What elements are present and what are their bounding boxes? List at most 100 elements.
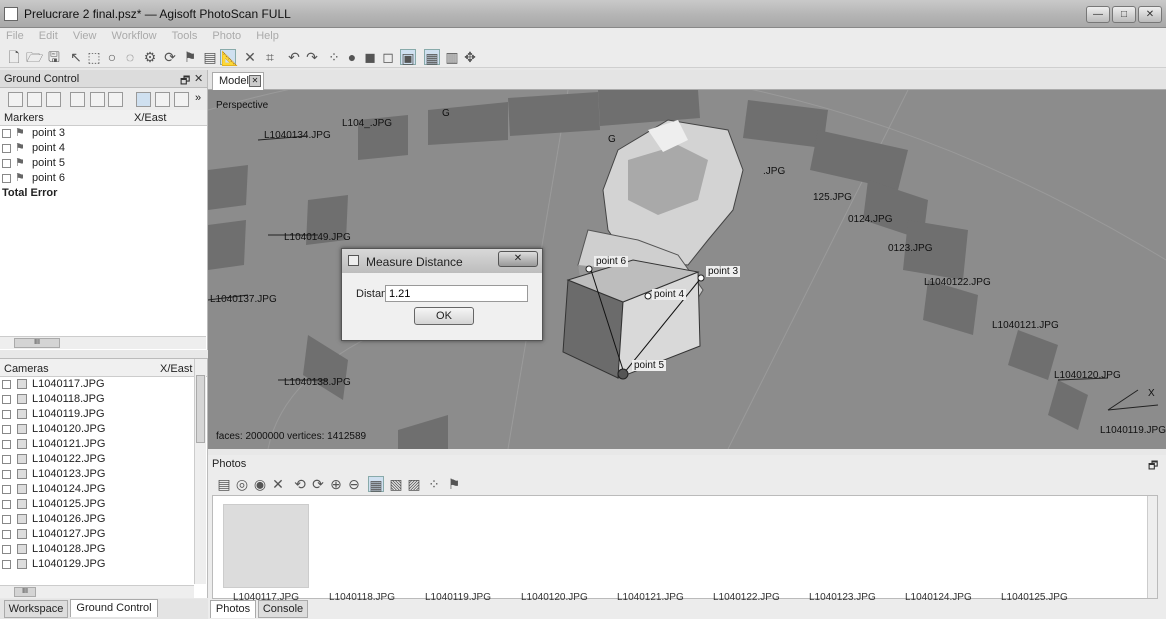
checkbox[interactable] xyxy=(2,129,11,138)
rectangle-select-icon[interactable]: ⬚ xyxy=(86,49,102,65)
align-photos-icon[interactable]: ▤ xyxy=(216,476,232,492)
ruler-icon[interactable]: ▤ xyxy=(202,49,218,65)
checkbox[interactable] xyxy=(2,380,11,389)
thumbnail-caption[interactable]: L1040125.JPG xyxy=(1001,592,1068,603)
thumbnail-caption[interactable]: L1040119.JPG xyxy=(425,592,491,603)
marker-flag-icon[interactable]: ⚑ xyxy=(182,49,198,65)
list-item[interactable]: ⚑ point 5 xyxy=(0,156,207,171)
thumbnail-caption[interactable]: L1040123.JPG xyxy=(809,592,876,603)
checkbox[interactable] xyxy=(2,530,11,539)
checkbox[interactable] xyxy=(2,395,11,404)
list-item[interactable]: ⚑ point 6 xyxy=(0,171,207,186)
wrench-icon[interactable] xyxy=(90,92,105,107)
tab-workspace[interactable]: Workspace xyxy=(4,600,68,618)
list-item[interactable]: ⚑ point 4 xyxy=(0,141,207,156)
marker-label-point-4[interactable]: point 4 xyxy=(652,289,687,300)
cameras-icon[interactable]: ⁘ xyxy=(426,476,442,492)
save-markers-icon[interactable] xyxy=(46,92,61,107)
cameras-column-header[interactable]: Cameras xyxy=(4,363,49,375)
list-item[interactable]: L1040122.JPG xyxy=(0,452,207,467)
close-button[interactable]: ✕ xyxy=(1138,6,1162,23)
tab-model[interactable]: Model ✕ xyxy=(212,72,264,90)
menu-tools[interactable]: Tools xyxy=(166,28,204,42)
point-cloud-icon[interactable]: ⁘ xyxy=(326,49,342,65)
menu-workflow[interactable]: Workflow xyxy=(106,28,163,42)
rotate-right-icon[interactable]: ⟳ xyxy=(310,476,326,492)
distance-field[interactable] xyxy=(385,285,528,302)
marker-label-point-6[interactable]: point 6 xyxy=(594,256,629,267)
checkbox[interactable] xyxy=(2,174,11,183)
rotate-region-icon[interactable]: ⟳ xyxy=(162,49,178,65)
export-icon[interactable] xyxy=(27,92,42,107)
checkbox[interactable] xyxy=(2,485,11,494)
checkbox[interactable] xyxy=(2,545,11,554)
thumbnail-caption[interactable]: L1040124.JPG xyxy=(905,592,972,603)
list-item[interactable]: L1040121.JPG xyxy=(0,437,207,452)
list-item[interactable]: L1040125.JPG xyxy=(0,497,207,512)
remove-icon[interactable]: ✕ xyxy=(270,476,286,492)
scroll-thumb[interactable]: III xyxy=(14,587,36,597)
zoom-out-icon[interactable]: ⊖ xyxy=(346,476,362,492)
checkbox[interactable] xyxy=(2,440,11,449)
measure-icon[interactable]: 📐 xyxy=(220,49,238,66)
tab-photos[interactable]: Photos xyxy=(210,600,256,618)
cameras-xeast-header[interactable]: X/East xyxy=(160,363,192,375)
photos-vertical-scrollbar[interactable] xyxy=(1147,496,1157,598)
cameras-vertical-scrollbar[interactable] xyxy=(194,359,206,584)
checkbox[interactable] xyxy=(2,144,11,153)
close-panel-button[interactable]: ✕ xyxy=(194,72,203,85)
list-item[interactable]: L1040127.JPG xyxy=(0,527,207,542)
minimize-button[interactable]: — xyxy=(1086,6,1110,23)
enable-icon[interactable]: ◎ xyxy=(234,476,250,492)
list-item[interactable]: L1040120.JPG xyxy=(0,422,207,437)
zoom-in-icon[interactable]: ⊕ xyxy=(328,476,344,492)
list-item[interactable]: L1040126.JPG xyxy=(0,512,207,527)
thumbnail-caption[interactable]: L1040121.JPG xyxy=(617,592,684,603)
checkbox[interactable] xyxy=(2,159,11,168)
markers-column-header[interactable]: Markers xyxy=(4,112,44,124)
model-tab-close[interactable]: ✕ xyxy=(249,75,261,87)
view-estimated-icon[interactable] xyxy=(155,92,170,107)
import-icon[interactable] xyxy=(8,92,23,107)
masks-icon[interactable]: ▨ xyxy=(406,476,422,492)
ok-button[interactable]: OK xyxy=(414,307,474,325)
scroll-thumb[interactable]: III xyxy=(14,338,60,348)
thumbnail-caption[interactable]: L1040120.JPG xyxy=(521,592,588,603)
menu-view[interactable]: View xyxy=(67,28,103,42)
circle-select-icon[interactable]: ○ xyxy=(104,49,120,65)
markers-icon[interactable]: ⚑ xyxy=(446,476,462,492)
solid-icon[interactable]: ◼ xyxy=(362,49,378,65)
view-errors-icon[interactable] xyxy=(174,92,189,107)
tab-console[interactable]: Console xyxy=(258,600,308,618)
details-view-icon[interactable]: ▧ xyxy=(388,476,404,492)
checkbox[interactable] xyxy=(2,410,11,419)
textured-icon[interactable]: ▣ xyxy=(400,49,416,66)
checkbox[interactable] xyxy=(2,455,11,464)
tab-ground-control[interactable]: Ground Control xyxy=(70,599,158,617)
list-item[interactable]: L1040128.JPG xyxy=(0,542,207,557)
checkbox[interactable] xyxy=(2,470,11,479)
thumbnail-caption[interactable]: L1040118.JPG xyxy=(329,592,395,603)
show-trackball-icon[interactable]: ▥ xyxy=(444,49,460,65)
list-item[interactable]: L1040119.JPG xyxy=(0,407,207,422)
new-document-icon[interactable]: 🗋 xyxy=(6,49,22,65)
save-icon[interactable]: 🖫 xyxy=(46,49,62,65)
xeast-column-header[interactable]: X/East xyxy=(134,112,166,124)
checkbox[interactable] xyxy=(2,500,11,509)
move-icon[interactable]: ✥ xyxy=(462,49,478,65)
markers-horizontal-scrollbar[interactable]: III xyxy=(0,336,206,349)
table-icon[interactable] xyxy=(70,92,85,107)
menu-file[interactable]: File xyxy=(0,28,30,42)
checkbox[interactable] xyxy=(2,515,11,524)
crop-icon[interactable]: ⌗ xyxy=(262,49,278,65)
maximize-button[interactable]: □ xyxy=(1112,6,1136,23)
rotate-left-icon[interactable]: ⟲ xyxy=(292,476,308,492)
list-item[interactable]: L1040118.JPG xyxy=(0,392,207,407)
checkbox[interactable] xyxy=(2,560,11,569)
thumbnail-caption[interactable]: L1040122.JPG xyxy=(713,592,780,603)
list-item[interactable]: L1040129.JPG xyxy=(0,557,207,572)
list-item[interactable]: L1040123.JPG xyxy=(0,467,207,482)
marker-label-point-3[interactable]: point 3 xyxy=(706,266,741,277)
more-button[interactable]: » xyxy=(195,92,201,104)
list-item[interactable]: ⚑ point 3 xyxy=(0,126,207,141)
